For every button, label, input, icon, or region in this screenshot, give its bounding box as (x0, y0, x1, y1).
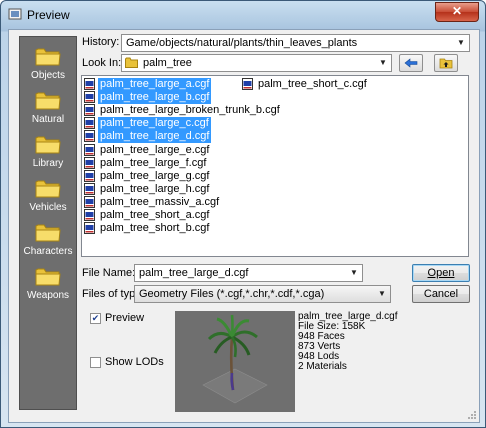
files-of-type-value: Geometry Files (*.cgf,*.chr,*.cdf,*.cga) (139, 288, 325, 300)
file-name-combo[interactable]: palm_tree_large_d.cgf ▼ (134, 264, 363, 282)
model-materials: 2 Materials (298, 361, 347, 372)
show-lods-checkbox[interactable] (90, 357, 101, 368)
file-name: palm_tree_short_b.cgf (100, 222, 210, 235)
resize-grip-icon[interactable] (467, 410, 477, 420)
folder-icon (35, 48, 61, 66)
cgf-file-icon (84, 78, 95, 90)
chevron-down-icon: ▼ (457, 38, 465, 47)
place-label: Vehicles (29, 202, 67, 213)
open-button[interactable]: Open (412, 264, 470, 282)
file-name: palm_tree_large_h.cgf (100, 182, 210, 195)
place-library[interactable]: Library (20, 133, 76, 169)
places-bar: Objects Natural Library Vehicles Charact… (19, 36, 77, 410)
back-button[interactable] (399, 54, 423, 72)
cgf-file-icon (84, 156, 95, 169)
files-of-type-combo[interactable]: Geometry Files (*.cgf,*.chr,*.cdf,*.cga)… (134, 285, 391, 303)
file-name: palm_tree_large_b.cgf (98, 91, 212, 105)
file-name: palm_tree_massiv_a.cgf (100, 195, 220, 208)
folder-icon (35, 136, 61, 154)
folder-icon (35, 224, 61, 242)
file-name: palm_tree_large_a.cgf (98, 78, 212, 91)
cgf-file-icon (84, 182, 95, 195)
cgf-file-icon (84, 117, 95, 130)
place-characters[interactable]: Characters (20, 221, 76, 257)
file-name-value: palm_tree_large_d.cgf (139, 267, 249, 279)
app-icon (8, 8, 22, 20)
cgf-file-icon (242, 78, 253, 90)
window-title: Preview (27, 8, 70, 22)
cgf-file-icon (84, 222, 95, 235)
history-label: History: (82, 36, 120, 48)
cgf-file-icon (84, 104, 95, 117)
title-bar[interactable]: Preview ✕ (1, 1, 485, 29)
place-objects[interactable]: Objects (20, 45, 76, 81)
look-in-combo[interactable]: palm_tree ▼ (121, 54, 392, 72)
file-name: palm_tree_large_g.cgf (100, 169, 210, 182)
cgf-file-icon (84, 143, 95, 156)
file-list[interactable]: palm_tree_large_a.cgf palm_tree_large_b.c… (81, 75, 469, 257)
cancel-button-label: Cancel (423, 288, 459, 300)
close-icon: ✕ (451, 4, 463, 18)
cgf-file-icon (84, 169, 95, 182)
file-name: palm_tree_large_broken_trunk_b.cgf (100, 104, 280, 117)
model-preview[interactable] (175, 311, 295, 412)
cgf-file-icon (84, 195, 95, 208)
folder-icon (35, 92, 61, 110)
look-in-label: Look In: (82, 57, 122, 69)
palm-tree-model-image (202, 314, 268, 404)
show-lods-checkbox-label: Show LODs (105, 356, 164, 368)
cgf-file-icon (84, 91, 95, 104)
preview-checkbox-label: Preview (105, 312, 145, 324)
close-button[interactable]: ✕ (435, 2, 479, 22)
file-name: palm_tree_short_c.cgf (258, 78, 367, 90)
cgf-file-icon (84, 209, 95, 221)
place-label: Weapons (26, 290, 70, 301)
history-combo[interactable]: Game/objects/natural/plants/thin_leaves_… (121, 34, 470, 52)
history-value: Game/objects/natural/plants/thin_leaves_… (126, 37, 358, 49)
folder-icon (125, 57, 138, 68)
place-vehicles[interactable]: Vehicles (20, 177, 76, 213)
up-folder-icon (439, 58, 453, 69)
up-folder-button[interactable] (434, 54, 458, 72)
place-label: Characters (23, 246, 73, 257)
file-name: palm_tree_large_e.cgf (100, 143, 210, 156)
file-name: palm_tree_large_d.cgf (98, 130, 212, 144)
look-in-value: palm_tree (143, 57, 192, 69)
folder-icon (35, 180, 61, 198)
cancel-button[interactable]: Cancel (412, 285, 470, 303)
chevron-down-icon: ▼ (350, 268, 358, 277)
back-arrow-icon (404, 58, 418, 68)
place-label: Objects (31, 70, 65, 81)
place-label: Library (32, 158, 64, 169)
file-name: palm_tree_large_c.cgf (98, 117, 211, 131)
place-label: Natural (31, 114, 65, 125)
place-natural[interactable]: Natural (20, 89, 76, 125)
file-name-label: File Name: (82, 267, 136, 279)
preview-checkbox[interactable]: ✔ (90, 313, 101, 324)
chevron-down-icon: ▼ (379, 58, 387, 67)
file-name: palm_tree_large_f.cgf (100, 156, 207, 169)
cgf-file-icon (84, 130, 95, 143)
preview-dialog: Preview ✕ Objects Natural Library Vehicl… (0, 0, 486, 428)
folder-icon (35, 268, 61, 286)
file-name: palm_tree_short_a.cgf (100, 209, 210, 221)
open-button-label: Open (427, 267, 455, 279)
chevron-down-icon: ▼ (378, 289, 386, 298)
place-weapons[interactable]: Weapons (20, 265, 76, 301)
dialog-body: Objects Natural Library Vehicles Charact… (8, 29, 480, 423)
